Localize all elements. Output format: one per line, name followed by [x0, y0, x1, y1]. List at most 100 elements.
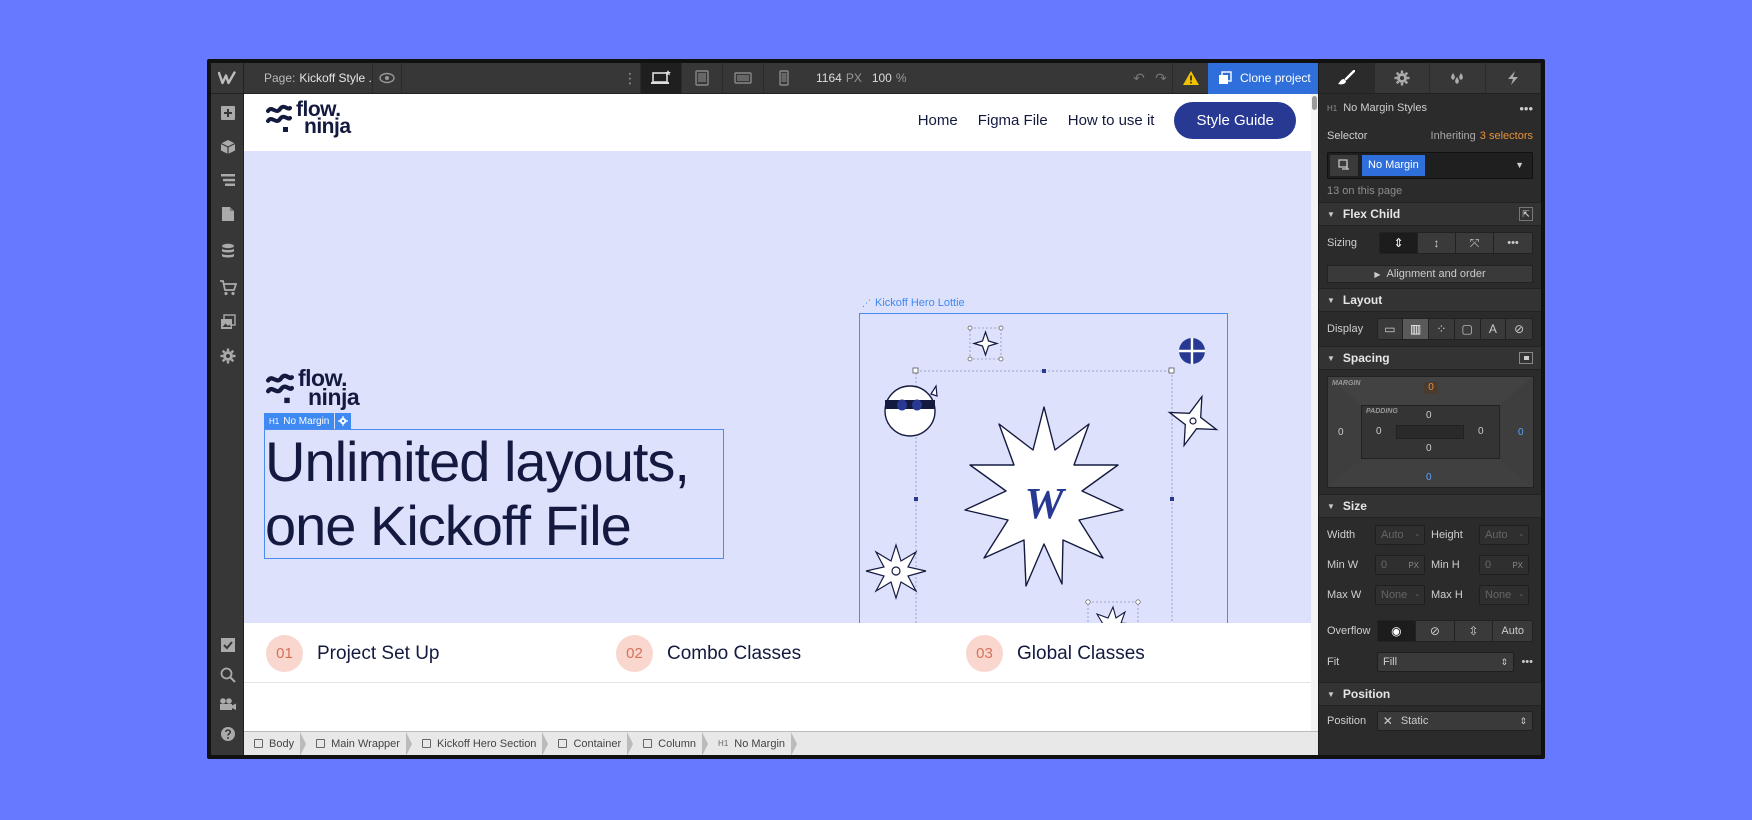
padding-box: PADDING 0 0 0 0	[1361, 405, 1500, 459]
fit-more-icon[interactable]: •••	[1521, 656, 1533, 668]
selector-chip-no-margin[interactable]: No Margin	[1362, 154, 1425, 176]
margin-right-value[interactable]: 0	[1518, 427, 1524, 438]
min-height-input[interactable]: 0 PX	[1479, 555, 1529, 575]
alignment-order-button[interactable]: ▶ Alignment and order	[1327, 265, 1533, 283]
design-canvas[interactable]: flow. ninja Home Figma File How to use i…	[244, 94, 1318, 731]
video-tutorials-icon[interactable]	[218, 694, 237, 713]
tab-interactions-bolt-icon[interactable]	[1486, 63, 1541, 93]
selected-element-tag[interactable]: H1 No Margin	[264, 413, 352, 429]
flow-ninja-logo[interactable]: flow. ninja	[266, 99, 351, 137]
pages-icon[interactable]	[218, 204, 237, 223]
section-layout[interactable]: ▼ Layout	[1319, 288, 1541, 312]
scrollbar-thumb[interactable]	[1312, 96, 1317, 110]
ecommerce-cart-icon[interactable]	[218, 278, 237, 297]
spacing-mode-icon[interactable]	[1519, 352, 1533, 364]
margin-left-value[interactable]: 0	[1338, 427, 1344, 438]
padding-left-value[interactable]: 0	[1376, 426, 1382, 437]
settings-gear-icon[interactable]	[218, 346, 237, 365]
nav-link-home[interactable]: Home	[918, 112, 958, 129]
desktop-breakpoint-icon[interactable]	[640, 63, 681, 94]
overflow-visible-eye-icon[interactable]: ◉	[1377, 621, 1417, 641]
nav-link-how-to-use[interactable]: How to use it	[1068, 112, 1155, 129]
section-flex-child[interactable]: ▼ Flex Child ⇱	[1319, 202, 1541, 226]
padding-right-value[interactable]: 0	[1478, 426, 1484, 437]
style-guide-button[interactable]: Style Guide	[1174, 102, 1296, 139]
display-block-icon[interactable]: ▭	[1377, 319, 1404, 339]
section-position[interactable]: ▼ Position	[1319, 682, 1541, 706]
padding-bottom-value[interactable]: 0	[1426, 443, 1432, 454]
tablet-breakpoint-icon[interactable]	[681, 63, 722, 94]
element-more-icon[interactable]: •••	[1519, 101, 1533, 116]
selector-dropdown-chevron-icon[interactable]: ▼	[1515, 160, 1524, 170]
display-none-icon[interactable]: ⊘	[1506, 319, 1532, 339]
preview-eye-icon[interactable]	[372, 63, 402, 94]
mobile-portrait-icon[interactable]	[763, 63, 804, 94]
breadcrumb-body[interactable]: Body	[244, 731, 307, 755]
sizing-shrink-icon[interactable]: ⇕	[1380, 233, 1418, 253]
more-options-icon[interactable]: ⋮	[620, 70, 640, 87]
breadcrumb-container[interactable]: Container	[548, 731, 633, 755]
section-size[interactable]: ▼ Size	[1319, 494, 1541, 518]
sizing-grow-icon[interactable]: ↕	[1418, 233, 1456, 253]
tab-settings-gear-icon[interactable]	[1375, 63, 1430, 93]
position-select[interactable]: ✕ Static ⇕	[1376, 711, 1533, 731]
height-input[interactable]: Auto -	[1479, 525, 1529, 545]
mobile-landscape-icon[interactable]	[722, 63, 763, 94]
page-selector[interactable]: Page: Kickoff Style ...	[244, 63, 372, 94]
display-inline-icon[interactable]: A	[1480, 319, 1507, 339]
element-settings-gear-icon[interactable]	[335, 413, 352, 429]
canvas-scrollbar[interactable]	[1311, 94, 1318, 731]
margin-top-value[interactable]: 0	[1424, 382, 1438, 394]
breadcrumb-column[interactable]: Column	[633, 731, 708, 755]
overflow-auto-button[interactable]: Auto	[1493, 621, 1532, 641]
navigator-icon[interactable]	[218, 170, 237, 189]
tab-style-brush-icon[interactable]	[1319, 63, 1375, 93]
breadcrumb-hero-section[interactable]: Kickoff Hero Section	[412, 731, 549, 755]
display-flex-icon[interactable]: ▥	[1403, 319, 1430, 339]
width-input[interactable]: Auto -	[1375, 525, 1425, 545]
search-icon[interactable]	[218, 665, 237, 684]
assets-icon[interactable]	[218, 312, 237, 331]
clone-project-button[interactable]: Clone project	[1208, 63, 1318, 94]
step-item-1[interactable]: 01 Project Set Up	[266, 635, 440, 672]
webflow-logo-icon[interactable]	[211, 63, 244, 94]
overflow-scroll-icon[interactable]: ⇳	[1454, 621, 1494, 641]
flex-child-expand-icon[interactable]: ⇱	[1519, 207, 1533, 221]
undo-icon[interactable]: ↶	[1128, 70, 1150, 87]
lottie-element-label[interactable]: ⋰ Kickoff Hero Lottie	[862, 297, 965, 309]
element-title: No Margin Styles	[1343, 102, 1427, 114]
min-width-input[interactable]: 0 PX	[1375, 555, 1425, 575]
redo-icon[interactable]: ↷	[1150, 70, 1172, 87]
hero-logo[interactable]: flow. ninja	[266, 367, 360, 409]
help-icon[interactable]	[218, 724, 237, 743]
padding-top-value[interactable]: 0	[1426, 410, 1432, 421]
overflow-hidden-icon[interactable]: ⊘	[1416, 621, 1455, 641]
cms-database-icon[interactable]	[218, 241, 237, 260]
display-grid-icon[interactable]: ⁘	[1429, 319, 1455, 339]
audit-checkbox-icon[interactable]	[218, 635, 237, 654]
kickoff-hero-section[interactable]: flow. ninja H1 No Margin Unlimited layout…	[244, 151, 1318, 680]
canvas-size-readout[interactable]: 1164 PX 100 %	[804, 71, 907, 85]
step-item-2[interactable]: 02 Combo Classes	[616, 635, 801, 672]
add-elements-icon[interactable]	[218, 103, 237, 122]
symbols-cube-icon[interactable]	[218, 137, 237, 156]
fit-select[interactable]: Fill ⇕	[1377, 652, 1514, 672]
breadcrumb-main-wrapper[interactable]: Main Wrapper	[306, 731, 412, 755]
sizing-none-icon[interactable]: ⤧	[1456, 233, 1494, 253]
sizing-more-icon[interactable]: •••	[1494, 233, 1532, 253]
step-item-3[interactable]: 03 Global Classes	[966, 635, 1145, 672]
max-width-input[interactable]: None -	[1375, 585, 1425, 605]
hero-heading-selected[interactable]: Unlimited layouts, one Kickoff File	[264, 429, 724, 559]
warning-icon[interactable]	[1172, 63, 1208, 94]
selector-state-icon[interactable]	[1330, 154, 1358, 176]
section-spacing[interactable]: ▼ Spacing	[1319, 346, 1541, 370]
margin-bottom-value[interactable]: 0	[1426, 472, 1432, 483]
nav-link-figma-file[interactable]: Figma File	[978, 112, 1048, 129]
site-navbar[interactable]: flow. ninja Home Figma File How to use i…	[244, 94, 1318, 151]
max-height-input[interactable]: None -	[1479, 585, 1529, 605]
tab-style-manager-drops-icon[interactable]	[1430, 63, 1486, 93]
inheriting-selectors-link[interactable]: 3 selectors	[1480, 130, 1533, 142]
max-width-value: None	[1381, 589, 1408, 601]
display-inline-block-icon[interactable]: ▢	[1454, 319, 1481, 339]
breadcrumb-no-margin[interactable]: H1 No Margin	[708, 731, 798, 755]
